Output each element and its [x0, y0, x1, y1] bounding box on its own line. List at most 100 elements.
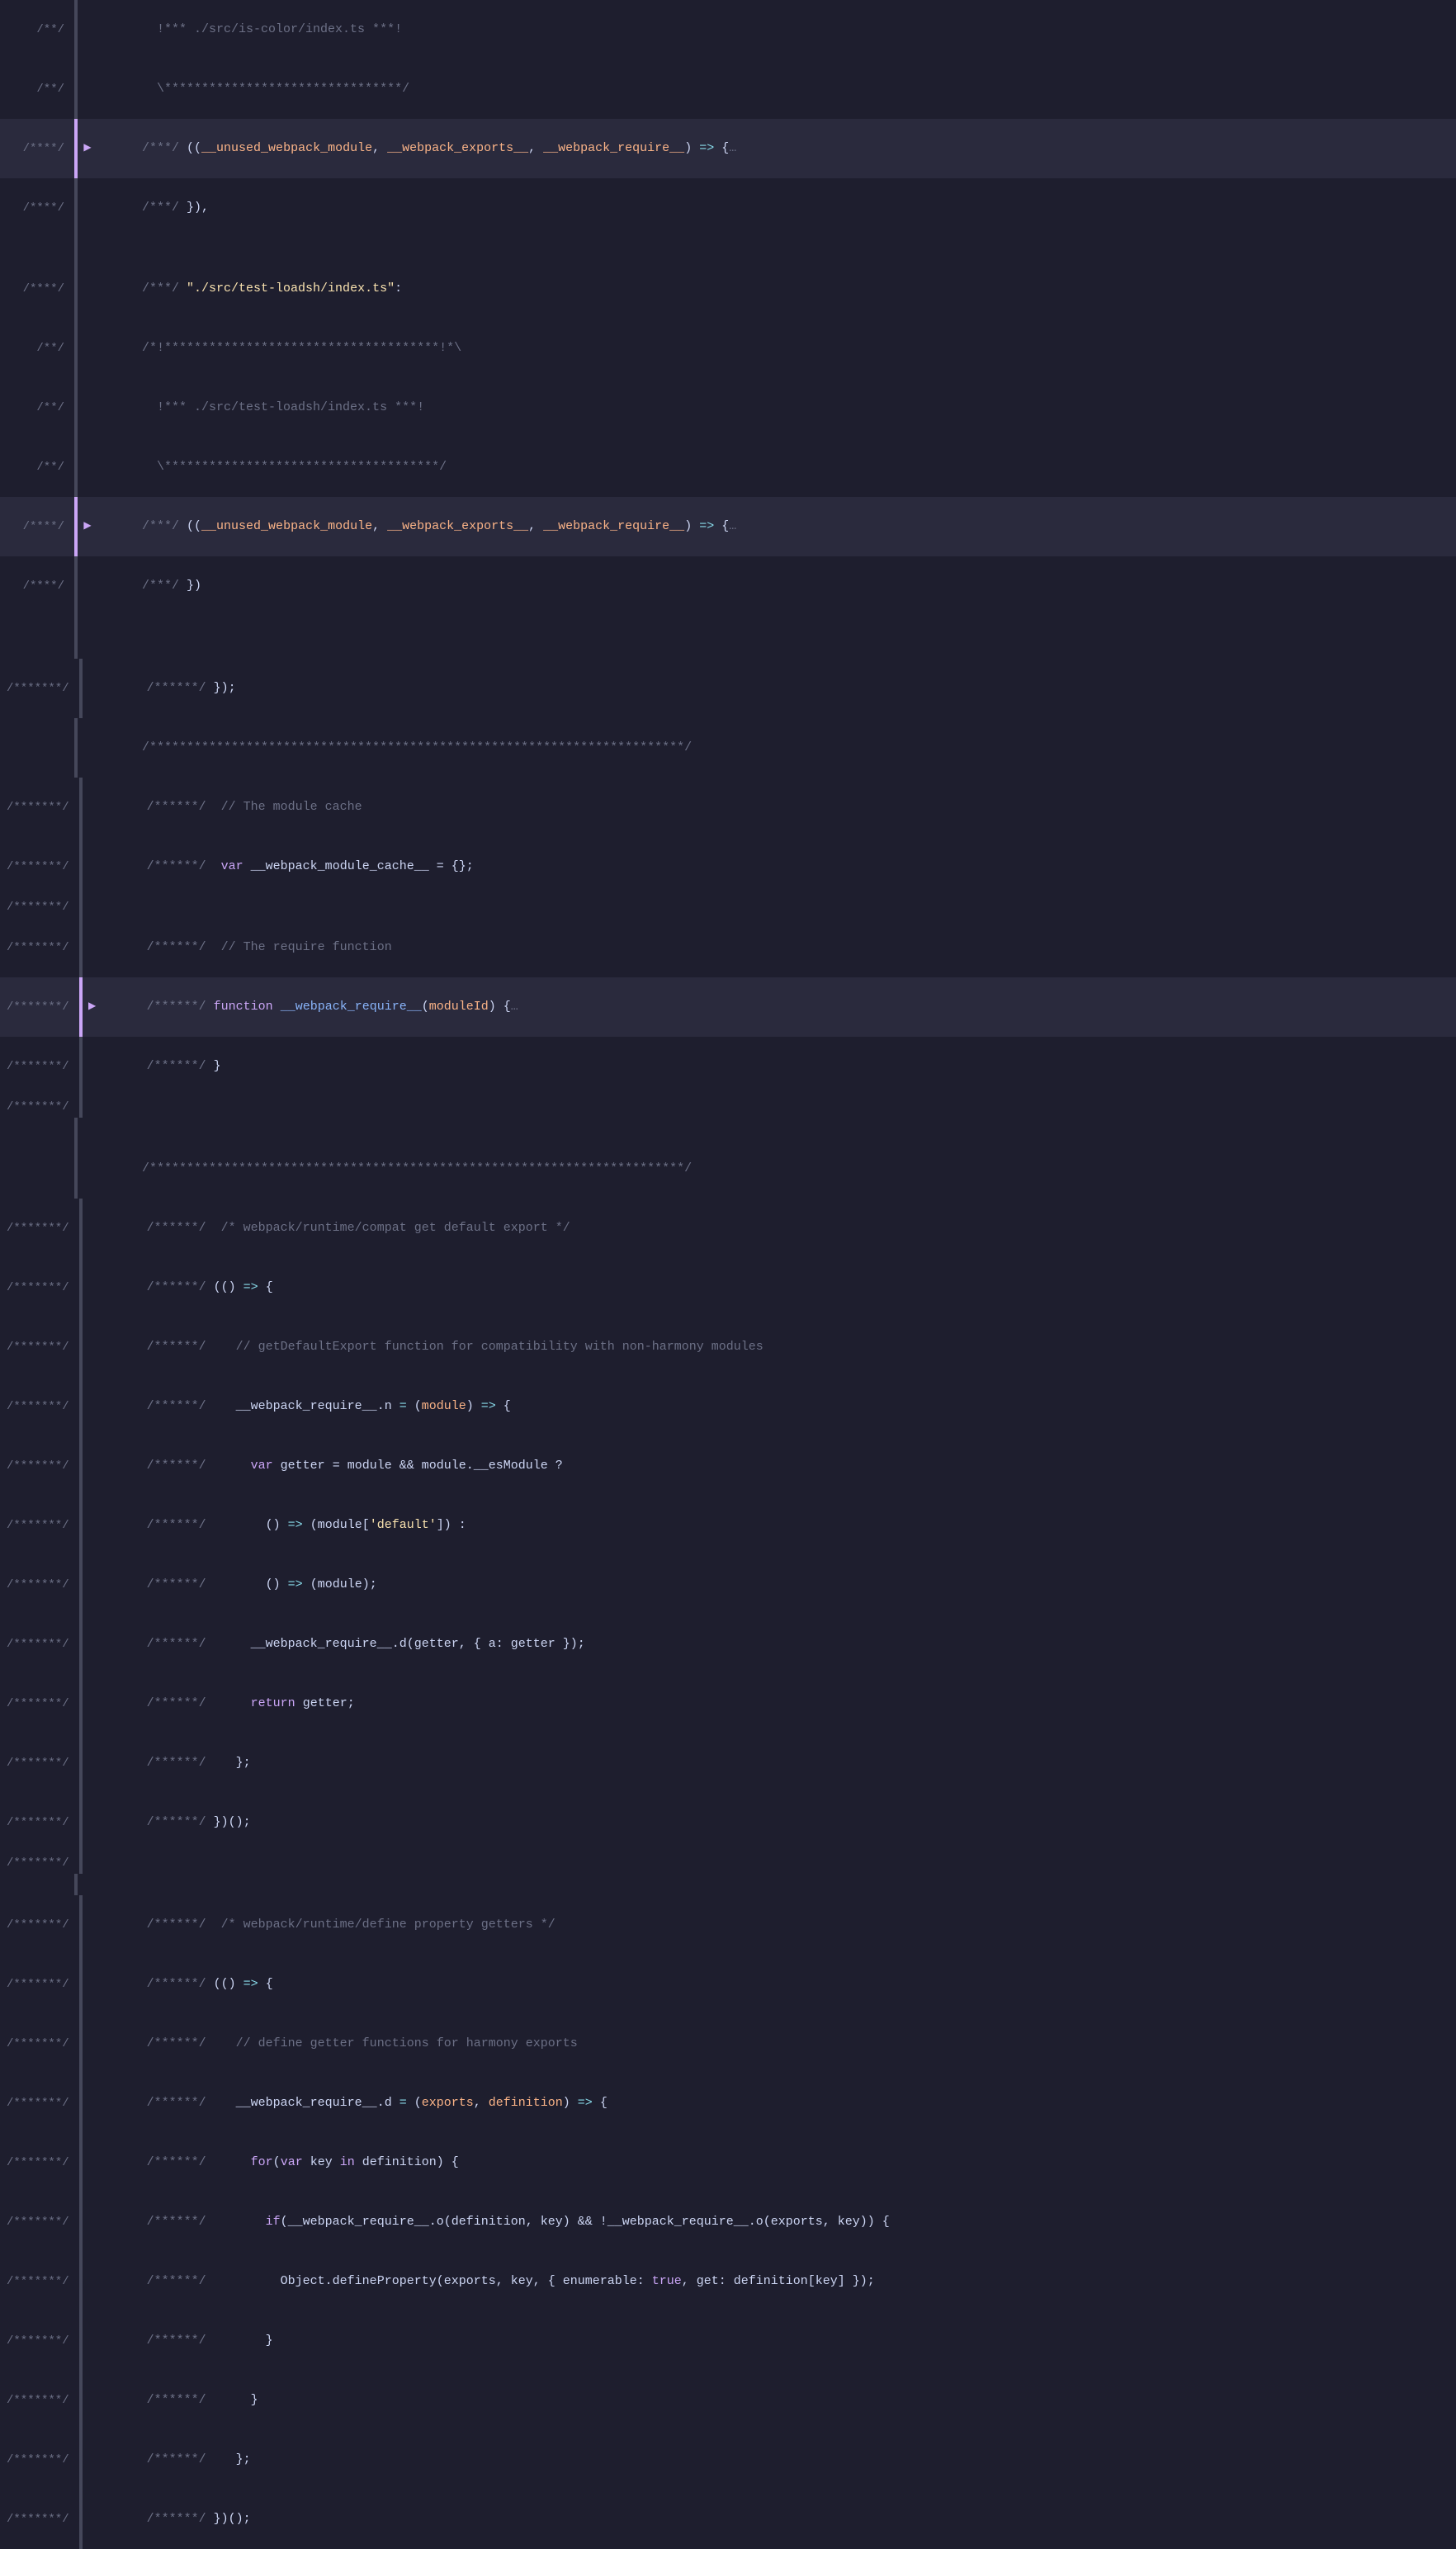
- line-gutter: /**/: [0, 80, 74, 98]
- line-gutter: /****/: [0, 140, 74, 158]
- line-content: /******/ var __webpack_module_cache__ = …: [99, 837, 1456, 896]
- line-content: /******/ for(var key in definition) {: [99, 2133, 1456, 2192]
- line-content: /******/ }: [99, 1037, 1456, 1096]
- line-content: !*** ./src/test-loadsh/index.ts ***!: [94, 378, 1456, 437]
- line-gutter: /*******/: [0, 1219, 79, 1237]
- line-gutter: /*******/: [0, 679, 79, 698]
- line-gutter: /*******/: [0, 1397, 79, 1416]
- arrow-indicator: ▶: [86, 999, 99, 1014]
- code-line: /**/ \**********************************…: [0, 437, 1456, 497]
- line-gutter: /*******/: [0, 1338, 79, 1356]
- code-line: /*******/ /******/ }: [0, 1037, 1456, 1096]
- line-gutter: /**/: [0, 339, 74, 357]
- line-gutter: /*******/: [0, 2213, 79, 2231]
- line-content: /******/ })();: [99, 2490, 1456, 2549]
- line-content: /******/ // define getter functions for …: [99, 2014, 1456, 2074]
- code-line: /*******/ /******/ // define getter func…: [0, 2014, 1456, 2074]
- code-line: [0, 616, 1456, 637]
- line-content: /******/ if(__webpack_require__.o(defini…: [99, 2192, 1456, 2252]
- line-content: /******/ })();: [99, 1793, 1456, 1852]
- line-content: /******/ Object.defineProperty(exports, …: [99, 2252, 1456, 2311]
- line-gutter: /*******/: [0, 1854, 79, 1872]
- code-line: /*******/ /******/ }: [0, 2311, 1456, 2371]
- line-content: /******/ (() => {: [99, 1258, 1456, 1317]
- line-content: \*************************************/: [94, 437, 1456, 497]
- line-content: /******/ // The module cache: [99, 778, 1456, 837]
- code-line: /*******/ /******/ // The require functi…: [0, 918, 1456, 977]
- line-gutter: /*******/: [0, 1279, 79, 1297]
- line-gutter: /*******/: [0, 1516, 79, 1535]
- line-gutter: /*******/: [0, 2094, 79, 2112]
- line-content: /******/ // The require function: [99, 918, 1456, 977]
- code-line: /*******/ /******/ })();: [0, 2490, 1456, 2549]
- code-line: [0, 238, 1456, 259]
- code-line: [0, 637, 1456, 659]
- code-line: /*******/ /******/ (() => {: [0, 1258, 1456, 1317]
- code-line: /**/ !*** ./src/is-color/index.ts ***!: [0, 0, 1456, 59]
- line-gutter: /*******/: [0, 2391, 79, 2409]
- line-content: /******/ __webpack_require__.d = (export…: [99, 2074, 1456, 2133]
- code-line: /****/ /***/ }),: [0, 178, 1456, 238]
- code-line: /*******/ /******/ () => (module);: [0, 1555, 1456, 1615]
- line-content: /******/ function __webpack_require__(mo…: [99, 977, 1456, 1037]
- line-gutter: /****/: [0, 518, 74, 536]
- line-gutter: /*******/: [0, 1975, 79, 1993]
- code-line: /*******/ /******/ };: [0, 1733, 1456, 1793]
- code-line: /*******/ /******/ // The module cache: [0, 778, 1456, 837]
- line-gutter: /*******/: [0, 2451, 79, 2469]
- code-line: /*******/ /******/ var __webpack_module_…: [0, 837, 1456, 896]
- code-line: /***************************************…: [0, 1139, 1456, 1199]
- code-line: /*******/ /******/ });: [0, 659, 1456, 718]
- line-gutter: /**/: [0, 21, 74, 39]
- code-line: /*******/: [0, 896, 1456, 918]
- code-line: /*******/ /******/ return getter;: [0, 1674, 1456, 1733]
- line-content: /******/ () => (module['default']) :: [99, 1496, 1456, 1555]
- code-line: /*******/ /******/ (() => {: [0, 1955, 1456, 2014]
- keyword-function: function: [214, 1000, 273, 1014]
- code-line: /*******/ /******/ // getDefaultExport f…: [0, 1317, 1456, 1377]
- line-content: /***/ "./src/test-loadsh/index.ts":: [94, 259, 1456, 319]
- line-content: /******/ __webpack_require__.n = (module…: [99, 1377, 1456, 1436]
- code-line: /*******/ /******/ /* webpack/runtime/co…: [0, 1199, 1456, 1258]
- code-line: /***************************************…: [0, 718, 1456, 778]
- code-line: /**/ \********************************/: [0, 59, 1456, 119]
- arrow-indicator: ▶: [81, 140, 94, 156]
- code-line: /*******/ /******/ () => (module['defaul…: [0, 1496, 1456, 1555]
- line-gutter: /****/: [0, 577, 74, 595]
- line-gutter: /*******/: [0, 858, 79, 876]
- line-content: /******/ };: [99, 1733, 1456, 1793]
- code-line: [0, 1874, 1456, 1895]
- line-content: /***/ }): [94, 556, 1456, 616]
- line-gutter: /**/: [0, 399, 74, 417]
- line-gutter: /*******/: [0, 2332, 79, 2350]
- line-content: /***/ ((__unused_webpack_module, __webpa…: [94, 119, 1456, 178]
- line-gutter: /*******/: [0, 2035, 79, 2053]
- code-line: /*******/ /******/ if(__webpack_require_…: [0, 2192, 1456, 2252]
- line-content: /******/ }: [99, 2311, 1456, 2371]
- line-content: /******/ var getter = module && module._…: [99, 1436, 1456, 1496]
- line-gutter: /*******/: [0, 1098, 79, 1116]
- line-content: /******/ /* webpack/runtime/compat get d…: [99, 1199, 1456, 1258]
- line-content: /***************************************…: [94, 718, 1456, 778]
- line-gutter: /*******/: [0, 1814, 79, 1832]
- line-content: /*!*************************************…: [94, 319, 1456, 378]
- line-content: /******/ }: [99, 2371, 1456, 2430]
- line-gutter: /*******/: [0, 1457, 79, 1475]
- line-gutter: /****/: [0, 199, 74, 217]
- code-line-active: /*******/ ▶ /******/ function __webpack_…: [0, 977, 1456, 1037]
- code-line: /*******/: [0, 1096, 1456, 1118]
- line-gutter: /*******/: [0, 2154, 79, 2172]
- code-line-active: /****/ ▶ /***/ ((__unused_webpack_module…: [0, 497, 1456, 556]
- code-line: /*******/ /******/ __webpack_require__.d…: [0, 2074, 1456, 2133]
- code-line: /**/ /*!********************************…: [0, 319, 1456, 378]
- line-gutter: /****/: [0, 280, 74, 298]
- code-line: /**/ !*** ./src/test-loadsh/index.ts ***…: [0, 378, 1456, 437]
- line-gutter: /*******/: [0, 1754, 79, 1772]
- line-content: !*** ./src/is-color/index.ts ***!: [94, 0, 1456, 59]
- line-content: /******/ };: [99, 2430, 1456, 2490]
- code-line: /*******/ /******/ for(var key in defini…: [0, 2133, 1456, 2192]
- code-line: /****/ /***/ "./src/test-loadsh/index.ts…: [0, 259, 1456, 319]
- line-gutter: /*******/: [0, 1916, 79, 1934]
- code-line: /*******/ /******/ __webpack_require__.n…: [0, 1377, 1456, 1436]
- line-content: /***************************************…: [94, 1139, 1456, 1199]
